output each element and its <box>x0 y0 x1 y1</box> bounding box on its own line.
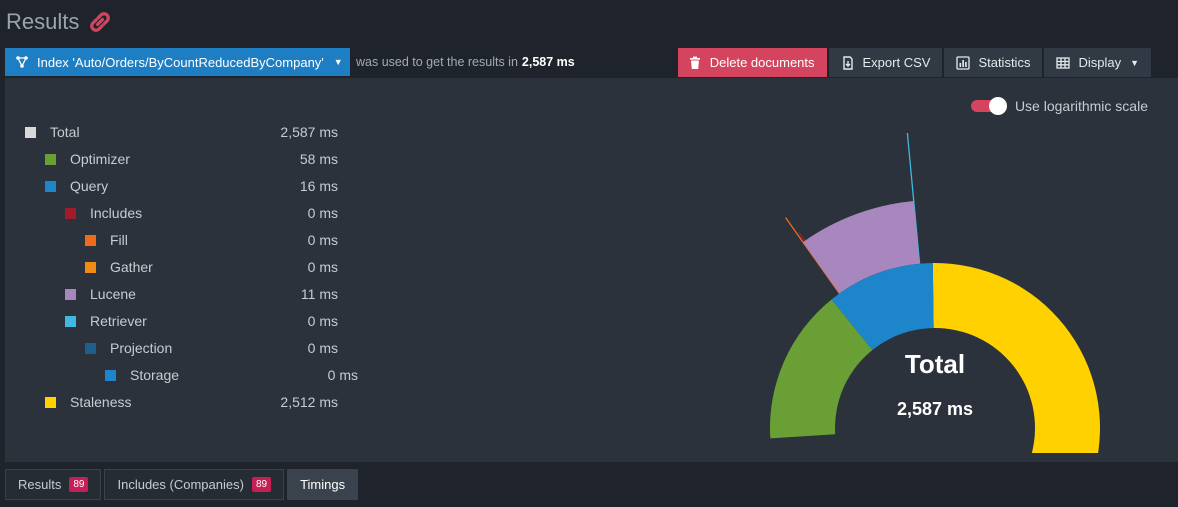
timing-row-projection: Projection <box>85 338 172 358</box>
bar-chart-icon <box>956 55 971 70</box>
toolbar-actions: Delete documents Export CSV Statistics D… <box>676 48 1151 77</box>
timing-name: Includes <box>90 205 143 221</box>
timing-name: Total <box>50 124 80 140</box>
tab-label: Timings <box>300 477 346 492</box>
legend-swatch <box>45 180 56 192</box>
timing-value: 0 ms <box>307 313 338 329</box>
timing-row-query: Query <box>45 176 108 196</box>
timing-row-storage: Storage <box>105 365 179 385</box>
display-label: Display <box>1078 55 1122 70</box>
query-results-view: Results Index 'Auto/Orders/ByCountReduce… <box>0 0 1178 507</box>
tab-label: Results <box>18 477 62 492</box>
timings-panel: Use logarithmic scale Total 2,587 ms Optim… <box>5 78 1178 462</box>
chevron-down-icon: ▼ <box>333 57 343 67</box>
legend-swatch <box>65 315 76 327</box>
export-icon <box>842 55 853 70</box>
results-toolbar: Index 'Auto/Orders/ByCountReducedByCompa… <box>5 48 1151 77</box>
delete-label: Delete documents <box>709 55 815 70</box>
index-icon <box>16 56 28 68</box>
timing-name: Query <box>70 178 109 194</box>
link-icon[interactable] <box>87 9 113 35</box>
delete-documents-button[interactable]: Delete documents <box>677 48 827 77</box>
timing-value: 2,587 ms <box>280 124 338 140</box>
timing-row-retriever: Retriever <box>65 311 147 331</box>
legend-swatch <box>85 342 96 354</box>
timings-sunburst-chart: Total 2,587 ms <box>770 133 1100 453</box>
gauge-label: Total <box>905 349 965 379</box>
legend-swatch <box>85 261 96 273</box>
query-timing-summary: was used to get the results in 2,587 ms <box>356 48 575 76</box>
legend-swatch <box>45 396 56 408</box>
log-scale-toggle[interactable] <box>970 97 1007 115</box>
tab-timings[interactable]: Timings <box>287 469 359 500</box>
results-header: Results <box>6 6 113 38</box>
timing-name: Lucene <box>90 286 136 302</box>
legend-swatch <box>45 153 56 165</box>
timing-value: 0 ms <box>307 259 338 275</box>
export-label: Export CSV <box>862 55 931 70</box>
legend-swatch <box>25 126 36 138</box>
timing-value: 11 ms <box>300 286 338 302</box>
timing-value: 0 ms <box>307 205 338 221</box>
count-badge: 89 <box>69 477 89 492</box>
used-time: 2,587 ms <box>521 55 575 69</box>
legend-swatch <box>85 234 96 246</box>
gauge-value: 2,587 ms <box>897 399 973 419</box>
timing-name: Gather <box>110 259 153 275</box>
timing-row-optimizer: Optimizer <box>45 149 130 169</box>
results-tabs: Results 89 Includes (Companies) 89 Timings <box>5 469 361 500</box>
timing-value: 0 ms <box>307 232 338 248</box>
timing-name: Fill <box>110 232 128 248</box>
trash-icon <box>689 56 700 69</box>
timing-value: 0 ms <box>307 340 338 356</box>
tab-label: Includes (Companies) <box>117 477 244 492</box>
timing-value: 16 ms <box>299 178 338 194</box>
statistics-button[interactable]: Statistics <box>944 48 1043 77</box>
legend-swatch <box>65 207 76 219</box>
timing-row-includes: Includes <box>65 203 142 223</box>
index-dropdown-button[interactable]: Index 'Auto/Orders/ByCountReducedByCompa… <box>5 48 350 76</box>
legend-swatch <box>65 288 76 300</box>
timing-name: Staleness <box>70 394 132 410</box>
table-icon <box>1056 56 1071 69</box>
used-text: was used to get the results in <box>356 55 518 69</box>
timing-row-staleness: Staleness <box>45 392 131 412</box>
timing-row-lucene: Lucene <box>65 284 136 304</box>
count-badge: 89 <box>251 477 272 492</box>
chevron-down-icon: ▼ <box>1130 57 1139 68</box>
timing-row-fill: Fill <box>85 230 128 250</box>
timing-row-gather: Gather <box>85 257 153 277</box>
statistics-label: Statistics <box>978 55 1031 70</box>
toggle-knob <box>988 97 1007 115</box>
log-scale-option: Use logarithmic scale <box>970 97 1148 115</box>
page-title: Results <box>6 9 80 34</box>
display-dropdown-button[interactable]: Display ▼ <box>1044 48 1151 77</box>
timing-value: 0 ms <box>327 367 358 383</box>
tab-results[interactable]: Results 89 <box>5 469 102 500</box>
legend-swatch <box>105 369 116 381</box>
timing-name: Projection <box>110 340 173 356</box>
log-scale-label: Use logarithmic scale <box>1014 98 1148 114</box>
index-label: Index 'Auto/Orders/ByCountReducedByCompa… <box>37 54 324 70</box>
timing-value: 58 ms <box>299 151 338 167</box>
timing-name: Storage <box>130 367 180 383</box>
timing-value: 2,512 ms <box>280 394 338 410</box>
tab-includes-companies[interactable]: Includes (Companies) 89 <box>104 469 285 500</box>
timing-name: Optimizer <box>70 151 130 167</box>
timing-row-total: Total <box>25 122 80 142</box>
export-csv-button[interactable]: Export CSV <box>828 48 943 77</box>
timing-name: Retriever <box>90 313 147 329</box>
